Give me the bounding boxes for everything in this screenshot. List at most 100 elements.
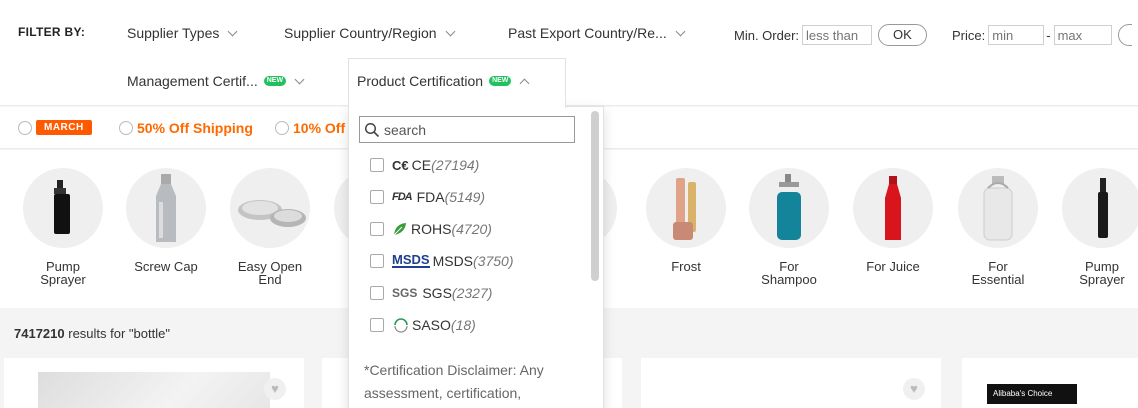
cert-count: (5149)	[444, 189, 486, 205]
dropdown-scrollbar[interactable]	[591, 111, 599, 281]
radio-icon[interactable]	[119, 121, 133, 135]
category-item[interactable]: Screw Cap	[121, 168, 211, 273]
juice-bottle-image	[885, 176, 901, 240]
cert-option-fda[interactable]: FDA FDA (5149)	[370, 189, 485, 205]
fda-logo-icon: FDA	[392, 191, 413, 203]
sgs-logo-icon: SGS	[392, 286, 418, 300]
pump-sprayer-image	[54, 180, 70, 234]
pump-sprayer-image	[1098, 178, 1108, 238]
product-card[interactable]: ♥	[4, 358, 304, 408]
cert-option-rohs[interactable]: ROHS (4720)	[370, 221, 492, 237]
cert-name: ROHS	[411, 221, 452, 237]
search-icon	[364, 122, 380, 137]
results-count: 7417210	[14, 326, 65, 341]
supplier-country-label: Supplier Country/Region	[284, 25, 437, 41]
cert-name: FDA	[416, 189, 445, 205]
filter-by-label: FILTER BY:	[18, 25, 86, 39]
price-min-input[interactable]	[988, 25, 1045, 45]
chevron-down-icon	[294, 74, 305, 84]
past-export-label: Past Export Country/Re...	[508, 25, 667, 41]
checkbox[interactable]	[370, 158, 384, 172]
supplier-types-label: Supplier Types	[127, 25, 220, 41]
price-label: Price:	[952, 27, 986, 43]
ce-logo-icon: C€	[392, 157, 409, 173]
chevron-up-icon	[519, 78, 530, 88]
chevron-down-icon	[445, 26, 455, 36]
product-cert-dropdown: C€ CE (27194) FDA FDA (5149) ROHS (4720)…	[348, 106, 604, 408]
category-item[interactable]: Frost	[641, 168, 731, 273]
checkbox[interactable]	[370, 286, 384, 300]
saso-logo-icon	[394, 318, 408, 333]
screw-cap-bottle-image	[156, 174, 176, 242]
past-export-filter[interactable]: Past Export Country/Re...	[508, 25, 686, 41]
cert-search-input[interactable]	[384, 121, 564, 138]
cert-option-msds[interactable]: MSDS MSDS (3750)	[370, 253, 513, 269]
cert-count: (4720)	[451, 221, 492, 237]
checkbox[interactable]	[370, 254, 384, 268]
product-cert-filter[interactable]: Product Certification NEW	[348, 58, 566, 108]
category-label: Screw Cap	[134, 259, 198, 274]
cert-count: (18)	[450, 317, 476, 333]
filter-bar: FILTER BY: Supplier Types Supplier Count…	[0, 0, 1138, 106]
checkbox[interactable]	[370, 222, 384, 236]
radio-icon[interactable]	[275, 121, 289, 135]
promo-march[interactable]: MARCH	[18, 120, 92, 135]
ok-button[interactable]: OK	[878, 24, 927, 46]
product-cert-label: Product Certification	[357, 73, 484, 89]
price-max-input[interactable]	[1053, 25, 1112, 45]
promo-ten-off[interactable]: 10% Off	[275, 120, 345, 136]
frost-bottles-image	[673, 178, 696, 240]
product-card[interactable]: Alibaba's Choice	[962, 358, 1138, 408]
msds-logo-icon: MSDS	[392, 252, 430, 268]
category-item[interactable]: For Shampoo	[744, 168, 834, 286]
cert-name: SASO	[412, 317, 451, 333]
cert-count: (3750)	[473, 253, 514, 269]
category-image	[230, 168, 310, 248]
category-item[interactable]: Pump Sprayer	[18, 168, 108, 286]
product-image	[38, 372, 270, 408]
march-badge: MARCH	[36, 120, 92, 135]
category-item[interactable]: For Juice	[848, 168, 938, 273]
half-off-shipping-label: 50% Off Shipping	[137, 120, 253, 136]
results-text: results for "bottle"	[64, 326, 170, 341]
results-summary: 7417210 results for "bottle"	[14, 326, 170, 341]
checkbox[interactable]	[370, 318, 384, 332]
management-cert-filter[interactable]: Management Certif... NEW	[127, 73, 305, 89]
category-image	[1062, 168, 1138, 248]
supplier-types-filter[interactable]: Supplier Types	[127, 25, 238, 41]
category-item[interactable]: Easy Open End	[225, 168, 315, 286]
category-item[interactable]: For Essential	[953, 168, 1043, 286]
product-card[interactable]: ♥	[641, 358, 941, 408]
product-cert-filter-inner: Product Certification NEW	[357, 73, 530, 89]
cert-search-box	[359, 116, 575, 143]
category-label: Pump Sprayer	[1079, 259, 1125, 287]
heart-icon[interactable]: ♥	[264, 378, 286, 400]
min-order-input[interactable]	[802, 25, 873, 45]
cert-count: (27194)	[431, 157, 480, 173]
cert-option-saso[interactable]: SASO (18)	[370, 317, 476, 333]
easy-open-end-image	[238, 200, 306, 227]
cert-option-sgs[interactable]: SGS SGS (2327)	[370, 285, 492, 301]
chevron-down-icon	[675, 26, 686, 36]
checkbox[interactable]	[370, 190, 384, 204]
supplier-country-filter[interactable]: Supplier Country/Region	[284, 25, 455, 41]
category-label: Pump Sprayer	[40, 259, 86, 287]
category-image	[646, 168, 726, 248]
essential-container-image	[983, 176, 1013, 241]
category-image	[853, 168, 933, 248]
category-label: For Shampoo	[761, 259, 817, 287]
cert-name: MSDS	[432, 253, 474, 269]
alibaba-choice-badge: Alibaba's Choice	[987, 384, 1077, 404]
category-image	[958, 168, 1038, 248]
category-item[interactable]: Pump Sprayer	[1057, 168, 1138, 286]
category-image	[23, 168, 103, 248]
heart-icon[interactable]: ♥	[903, 378, 925, 400]
new-badge: NEW	[263, 76, 287, 86]
cert-option-ce[interactable]: C€ CE (27194)	[370, 157, 479, 173]
radio-icon[interactable]	[18, 120, 32, 135]
min-order-filter: Min. Order: OK	[734, 24, 927, 46]
price-ok-button-partial[interactable]	[1117, 24, 1132, 46]
price-dash: -	[1046, 27, 1051, 43]
shampoo-bottle-image	[777, 174, 801, 240]
promo-half-off-shipping[interactable]: 50% Off Shipping	[119, 120, 253, 136]
